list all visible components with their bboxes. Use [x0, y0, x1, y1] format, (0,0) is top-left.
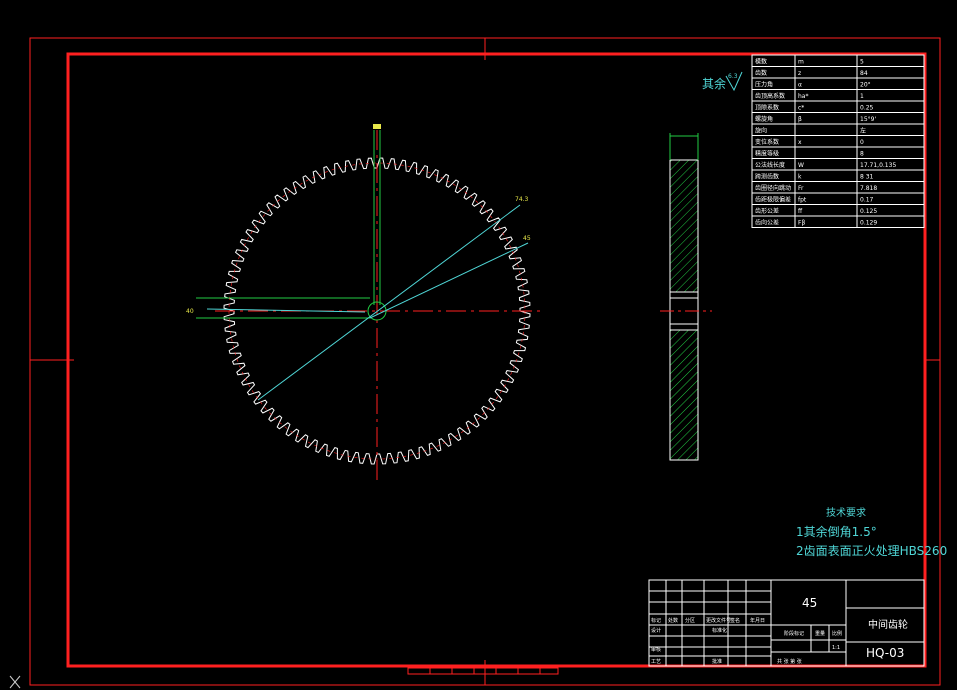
head-change-doc: 更改文件号 [706, 617, 731, 624]
dim-text-1: 74.3 [515, 196, 529, 203]
param-value: 1 [860, 93, 864, 100]
head-count: 处数 [668, 617, 678, 624]
param-symbol: k [798, 174, 802, 181]
param-name: 齿形公差 [755, 207, 779, 215]
param-symbol: β [798, 116, 802, 123]
param-value: 8 [860, 151, 864, 158]
param-value: 左 [860, 127, 866, 135]
param-value: 20° [860, 82, 871, 89]
param-symbol: m [798, 59, 804, 66]
param-value: 0.17 [860, 197, 874, 204]
param-value: 0.125 [860, 208, 877, 215]
param-symbol: fpt [798, 197, 807, 204]
param-name: 齿圈径向跳动 [755, 184, 791, 192]
title-block-text: 45 中间齿轮 HQ-03 阶段标记 重量 比例 1:1 共 张 第 张 标记 … [651, 596, 908, 665]
param-symbol: ha* [798, 93, 808, 100]
approve-label: 批准 [712, 658, 722, 665]
scale-value: 1:1 [832, 645, 840, 651]
row-review: 审核 [651, 646, 661, 653]
head-sign: 签名 [730, 617, 740, 624]
param-value: 8 31 [860, 174, 874, 181]
weight-label: 重量 [815, 630, 825, 637]
param-value: 0.129 [860, 220, 877, 227]
material: 45 [802, 596, 817, 610]
param-name: 模数 [755, 58, 767, 66]
param-name: 齿向公差 [755, 219, 779, 227]
stage-mark-label: 阶段标记 [784, 630, 804, 637]
gear-parameter-table: 模数 m 5 齿数 z 84 压力角 α 20° 齿顶高系数 ha* 1 顶隙系数 c* 0.25 螺旋角 β 1… [751, 54, 925, 228]
param-name: 顶隙系数 [755, 104, 779, 112]
param-name: 压力角 [755, 81, 773, 89]
surface-roughness-mark: 其余 6.3 [702, 71, 743, 92]
standardization-label: 标准化 [712, 627, 727, 634]
keyway-lines [196, 130, 387, 321]
drawing-number: HQ-03 [866, 646, 904, 660]
param-value: 7.818 [860, 185, 877, 192]
cad-drawing: 74.3 45 40 其余 6.3 模数 m 5 齿数 z 84 压力角 α 20° 齿顶高系数 h… [9, 37, 947, 689]
gear-side-view [660, 133, 712, 461]
part-name: 中间齿轮 [868, 618, 908, 631]
ucs-icon [9, 675, 21, 689]
leader-lines [206, 204, 529, 401]
tech-item-2: 2齿面表面正火处理HBS260 [796, 544, 947, 558]
param-symbol: α [798, 82, 802, 89]
row-process: 工艺 [651, 659, 661, 665]
surface-mark-label: 其余 [702, 76, 726, 91]
param-name: 齿顶高系数 [755, 92, 785, 100]
head-zone: 分区 [685, 617, 695, 624]
param-value: 15°9' [860, 116, 876, 123]
head-date: 年月日 [750, 617, 765, 624]
param-value: 84 [860, 70, 868, 77]
scale-label: 比例 [832, 630, 842, 637]
sheets-label: 共 张 第 张 [777, 658, 802, 665]
param-symbol: Fr [798, 185, 804, 192]
param-symbol: Fβ [798, 220, 805, 227]
param-name: 齿距极限偏差 [755, 196, 791, 204]
head-mark: 标记 [651, 617, 661, 624]
param-value: 17.71,0.135 [860, 162, 896, 169]
tech-title: 技术要求 [826, 506, 866, 519]
param-name: 齿数 [755, 69, 767, 77]
param-symbol: z [798, 70, 801, 77]
dim-text-3: 40 [186, 308, 194, 315]
param-name: 公法线长度 [755, 161, 785, 169]
param-name: 变位系数 [755, 138, 779, 146]
param-name: 跨测齿数 [755, 173, 779, 181]
row-design: 设计 [651, 627, 661, 634]
dim-annotations: 74.3 45 40 [186, 124, 531, 315]
surface-mark-value: 6.3 [728, 73, 738, 80]
dim-text-2: 45 [523, 235, 531, 242]
param-symbol: ff [798, 208, 803, 215]
inner-frame [66, 52, 927, 668]
bottom-scale [407, 667, 559, 675]
param-name: 精度等级 [755, 150, 779, 158]
param-symbol: c* [798, 105, 804, 112]
param-symbol: x [798, 139, 802, 146]
param-symbol: W [798, 162, 804, 169]
param-value: 0.25 [860, 105, 874, 112]
tech-item-1: 1其余倒角1.5° [796, 524, 877, 539]
param-value: 0 [860, 139, 864, 146]
param-name: 旋向 [755, 127, 767, 135]
param-name: 螺旋角 [755, 115, 773, 123]
param-value: 5 [860, 59, 864, 66]
